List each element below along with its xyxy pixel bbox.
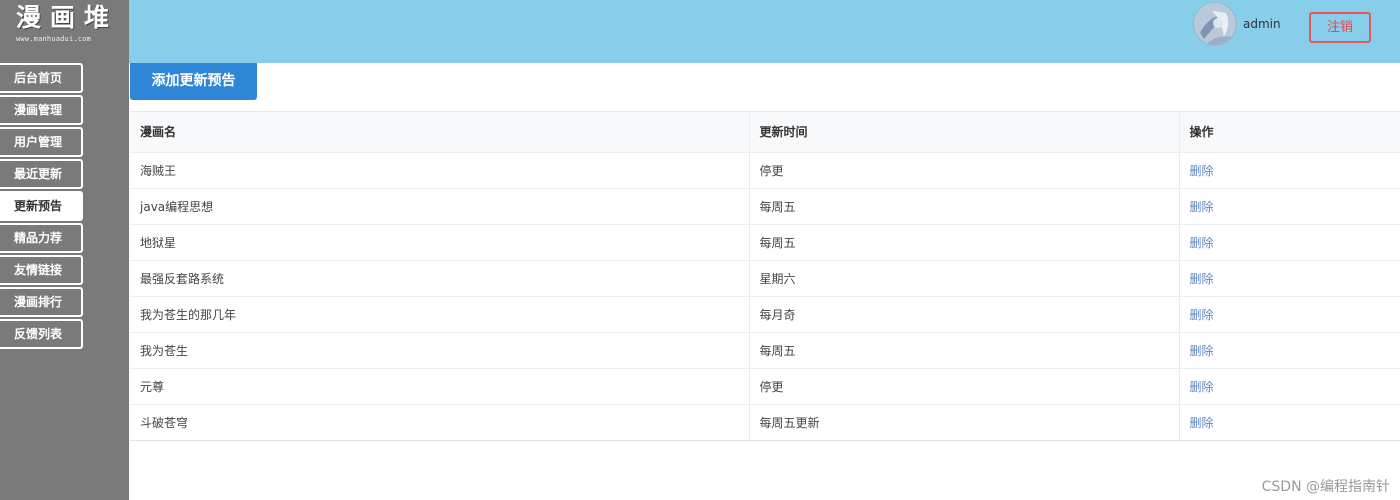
table-row: 海贼王 停更 删除	[130, 152, 1400, 189]
delete-link[interactable]: 删除	[1190, 272, 1214, 286]
cell-comic-name: 我为苍生	[130, 332, 750, 369]
column-header-actions: 操作	[1179, 112, 1400, 153]
sidebar-item-comic-ranking[interactable]: 漫画排行	[0, 287, 83, 317]
user-avatar[interactable]	[1193, 2, 1237, 46]
cell-comic-name: 地狱星	[130, 224, 750, 261]
sidebar-item-recent-updates[interactable]: 最近更新	[0, 159, 83, 189]
cell-actions: 删除	[1179, 296, 1400, 333]
sidebar-item-user-management[interactable]: 用户管理	[0, 127, 83, 157]
delete-link[interactable]: 删除	[1190, 308, 1214, 322]
cell-update-time: 星期六	[749, 260, 1180, 297]
cell-comic-name: 斗破苍穹	[130, 404, 750, 440]
username-label: admin	[1243, 17, 1281, 31]
delete-link[interactable]: 删除	[1190, 380, 1214, 394]
table-row: 斗破苍穹 每周五更新 删除	[130, 404, 1400, 440]
cell-comic-name: 我为苍生的那几年	[130, 296, 750, 333]
cell-comic-name: 最强反套路系统	[130, 260, 750, 297]
delete-link[interactable]: 删除	[1190, 164, 1214, 178]
sidebar-item-comic-management[interactable]: 漫画管理	[0, 95, 83, 125]
cell-update-time: 每周五	[749, 224, 1180, 261]
cell-actions: 删除	[1179, 188, 1400, 225]
sidebar-nav: 后台首页 漫画管理 用户管理 最近更新 更新预告 精品力荐 友情链接 漫画排行 …	[0, 63, 129, 351]
sidebar-item-feedback-list[interactable]: 反馈列表	[0, 319, 83, 349]
table-row: 我为苍生的那几年 每月奇 删除	[130, 296, 1400, 333]
watermark-text: CSDN @编程指南针	[1261, 479, 1390, 495]
cell-update-time: 停更	[749, 152, 1180, 189]
cell-update-time: 每月奇	[749, 296, 1180, 333]
cell-comic-name: 元尊	[130, 368, 750, 405]
sidebar-item-recommended[interactable]: 精品力荐	[0, 223, 83, 253]
update-preview-table: 漫画名 更新时间 操作 海贼王 停更 删除 java编程思想 每周五 删除 地狱…	[130, 111, 1400, 441]
delete-link[interactable]: 删除	[1190, 416, 1214, 430]
cell-actions: 删除	[1179, 224, 1400, 261]
column-header-comic-name: 漫画名	[130, 112, 750, 153]
logo-subtitle: www.manhuadui.com	[16, 35, 92, 43]
table-header-row: 漫画名 更新时间 操作	[130, 112, 1400, 153]
sidebar-item-friend-links[interactable]: 友情链接	[0, 255, 83, 285]
admin-app: 漫画堆 www.manhuadui.com 后台首页 漫画管理 用户管理 最近更…	[0, 0, 1400, 500]
cell-update-time: 每周五更新	[749, 404, 1180, 440]
cell-actions: 删除	[1179, 332, 1400, 369]
cell-actions: 删除	[1179, 152, 1400, 189]
sidebar-item-update-preview[interactable]: 更新预告	[0, 191, 83, 221]
cell-update-time: 每周五	[749, 332, 1180, 369]
logo-title: 漫画堆	[16, 3, 119, 32]
cell-actions: 删除	[1179, 404, 1400, 440]
delete-link[interactable]: 删除	[1190, 236, 1214, 250]
column-header-update-time: 更新时间	[749, 112, 1180, 153]
logout-button[interactable]: 注销	[1309, 12, 1371, 43]
cell-actions: 删除	[1179, 260, 1400, 297]
sidebar: 漫画堆 www.manhuadui.com 后台首页 漫画管理 用户管理 最近更…	[0, 0, 129, 500]
sidebar-item-dashboard[interactable]: 后台首页	[0, 63, 83, 93]
delete-link[interactable]: 删除	[1190, 200, 1214, 214]
delete-link[interactable]: 删除	[1190, 344, 1214, 358]
table-row: 最强反套路系统 星期六 删除	[130, 260, 1400, 297]
table-row: 我为苍生 每周五 删除	[130, 332, 1400, 369]
avatar-image-icon	[1194, 3, 1236, 45]
cell-comic-name: 海贼王	[130, 152, 750, 189]
cell-actions: 删除	[1179, 368, 1400, 405]
cell-update-time: 每周五	[749, 188, 1180, 225]
cell-update-time: 停更	[749, 368, 1180, 405]
add-update-preview-button[interactable]: 添加更新预告	[130, 63, 257, 100]
site-logo[interactable]: 漫画堆 www.manhuadui.com	[0, 0, 129, 56]
table-row: 地狱星 每周五 删除	[130, 224, 1400, 261]
table-row: java编程思想 每周五 删除	[130, 188, 1400, 225]
cell-comic-name: java编程思想	[130, 188, 750, 225]
table-row: 元尊 停更 删除	[130, 368, 1400, 405]
